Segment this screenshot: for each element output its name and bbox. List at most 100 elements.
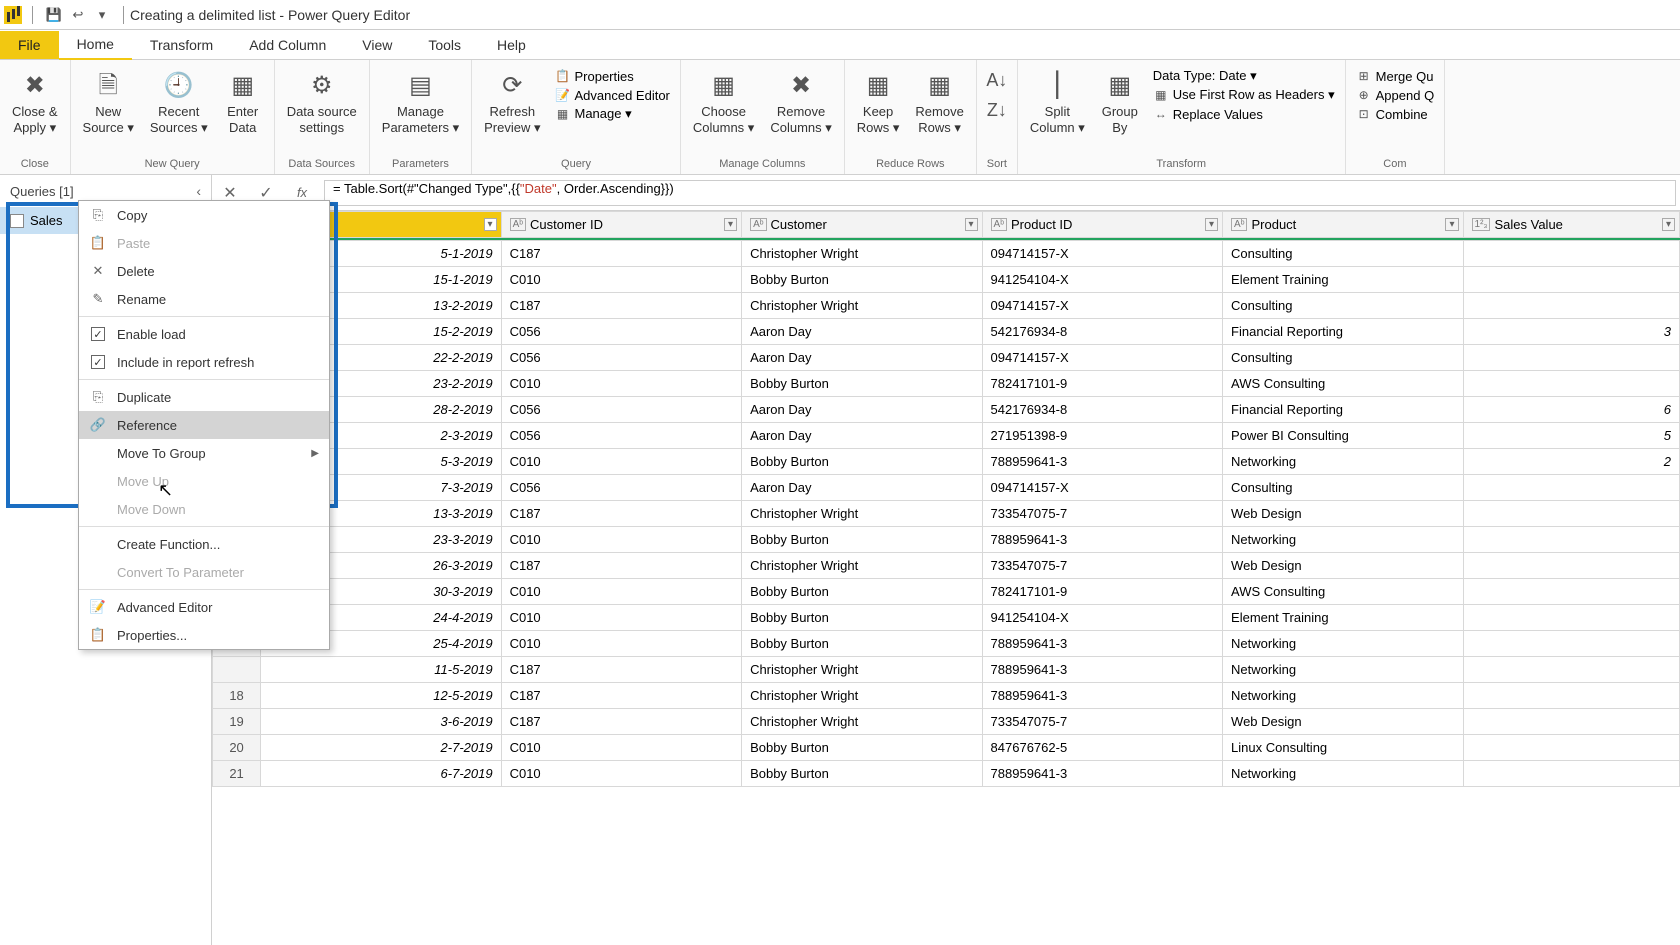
cell-customer[interactable]: Christopher Wright: [742, 241, 982, 267]
menu-transform[interactable]: Transform: [132, 31, 231, 59]
keep-rows-button[interactable]: ▦Keep Rows ▾: [851, 66, 906, 139]
col-product[interactable]: AᵇProduct▾: [1223, 212, 1463, 238]
table-row[interactable]: 13-3-2019 C187 Christopher Wright 733547…: [213, 501, 1680, 527]
cell-customer-id[interactable]: C056: [501, 345, 741, 371]
refresh-preview-button[interactable]: ⟳Refresh Preview ▾: [478, 66, 546, 139]
cell-sales-value[interactable]: [1463, 579, 1679, 605]
filter-dropdown-icon[interactable]: ▾: [965, 218, 978, 231]
cell-sales-value[interactable]: [1463, 735, 1679, 761]
cell-product[interactable]: Web Design: [1223, 553, 1463, 579]
row-number[interactable]: [213, 657, 261, 683]
ctx-duplicate[interactable]: ⎘Duplicate: [79, 383, 329, 411]
merge-queries-button[interactable]: ⊞Merge Qu: [1356, 68, 1435, 84]
ctx-enable-load[interactable]: ✓Enable load: [79, 320, 329, 348]
table-row[interactable]: 15-2-2019 C056 Aaron Day 542176934-8 Fin…: [213, 319, 1680, 345]
menu-help[interactable]: Help: [479, 31, 544, 59]
ctx-copy[interactable]: ⎘Copy: [79, 201, 329, 229]
sort-asc-button[interactable]: A↓: [983, 66, 1011, 94]
col-customer[interactable]: AᵇCustomer▾: [742, 212, 982, 238]
split-column-button[interactable]: ⎮Split Column ▾: [1024, 66, 1091, 139]
cell-customer[interactable]: Christopher Wright: [742, 293, 982, 319]
cell-customer-id[interactable]: C187: [501, 709, 741, 735]
table-row[interactable]: 21 6-7-2019 C010 Bobby Burton 788959641-…: [213, 761, 1680, 787]
table-row[interactable]: 5-3-2019 C010 Bobby Burton 788959641-3 N…: [213, 449, 1680, 475]
cell-product[interactable]: Networking: [1223, 449, 1463, 475]
cell-sales-value[interactable]: [1463, 293, 1679, 319]
cell-product[interactable]: Networking: [1223, 683, 1463, 709]
cell-product[interactable]: Web Design: [1223, 501, 1463, 527]
cell-customer[interactable]: Bobby Burton: [742, 267, 982, 293]
cell-sales-value[interactable]: [1463, 683, 1679, 709]
cell-sales-value[interactable]: 5: [1463, 423, 1679, 449]
col-customer-id[interactable]: AᵇCustomer ID▾: [501, 212, 741, 238]
collapse-pane-icon[interactable]: ‹: [196, 183, 201, 199]
cell-sales-value[interactable]: [1463, 631, 1679, 657]
cell-sales-value[interactable]: 3: [1463, 319, 1679, 345]
cell-product-id[interactable]: 094714157-X: [982, 345, 1222, 371]
cell-customer-id[interactable]: C187: [501, 501, 741, 527]
filter-dropdown-icon[interactable]: ▾: [1662, 218, 1675, 231]
cell-customer-id[interactable]: C187: [501, 241, 741, 267]
close-apply-button[interactable]: ✖Close & Apply ▾: [6, 66, 64, 139]
manage-button[interactable]: ▦Manage ▾: [554, 106, 669, 122]
cell-customer-id[interactable]: C056: [501, 319, 741, 345]
cell-customer[interactable]: Bobby Burton: [742, 631, 982, 657]
cell-product-id[interactable]: 271951398-9: [982, 423, 1222, 449]
cell-customer-id[interactable]: C056: [501, 397, 741, 423]
cell-customer[interactable]: Bobby Burton: [742, 735, 982, 761]
cell-product[interactable]: Consulting: [1223, 475, 1463, 501]
cell-customer-id[interactable]: C010: [501, 449, 741, 475]
cell-product-id[interactable]: 941254104-X: [982, 605, 1222, 631]
advanced-editor-button[interactable]: 📝Advanced Editor: [554, 87, 669, 103]
replace-values-button[interactable]: ↔Replace Values: [1153, 106, 1335, 122]
ctx-include-refresh[interactable]: ✓Include in report refresh: [79, 348, 329, 376]
col-product-id[interactable]: AᵇProduct ID▾: [982, 212, 1222, 238]
cell-date[interactable]: 11-5-2019: [261, 657, 501, 683]
table-row[interactable]: 18 12-5-2019 C187 Christopher Wright 788…: [213, 683, 1680, 709]
undo-icon[interactable]: ↩: [69, 6, 87, 24]
choose-columns-button[interactable]: ▦Choose Columns ▾: [687, 66, 760, 139]
cell-customer-id[interactable]: C010: [501, 579, 741, 605]
remove-columns-button[interactable]: ✖Remove Columns ▾: [764, 66, 837, 139]
filter-dropdown-icon[interactable]: ▾: [484, 218, 497, 231]
cell-product-id[interactable]: 733547075-7: [982, 709, 1222, 735]
menu-view[interactable]: View: [344, 31, 410, 59]
cell-date[interactable]: 3-6-2019: [261, 709, 501, 735]
cell-sales-value[interactable]: [1463, 553, 1679, 579]
cell-customer[interactable]: Christopher Wright: [742, 657, 982, 683]
cell-customer[interactable]: Bobby Burton: [742, 449, 982, 475]
cell-product-id[interactable]: 094714157-X: [982, 475, 1222, 501]
cell-sales-value[interactable]: [1463, 605, 1679, 631]
cell-customer-id[interactable]: C010: [501, 761, 741, 787]
cell-customer-id[interactable]: C187: [501, 553, 741, 579]
formula-input[interactable]: = Table.Sort(#"Changed Type",{{"Date", O…: [324, 180, 1676, 206]
filter-dropdown-icon[interactable]: ▾: [1445, 218, 1458, 231]
cell-date[interactable]: 2-7-2019: [261, 735, 501, 761]
new-source-button[interactable]: 🗎New Source ▾: [77, 66, 140, 139]
cell-product[interactable]: Element Training: [1223, 605, 1463, 631]
cell-product[interactable]: Linux Consulting: [1223, 735, 1463, 761]
cell-product-id[interactable]: 733547075-7: [982, 501, 1222, 527]
cell-product[interactable]: Financial Reporting: [1223, 397, 1463, 423]
cell-product-id[interactable]: 788959641-3: [982, 631, 1222, 657]
ctx-advanced-editor[interactable]: 📝Advanced Editor: [79, 593, 329, 621]
ctx-rename[interactable]: ✎Rename: [79, 285, 329, 313]
data-source-settings-button[interactable]: ⚙Data source settings: [281, 66, 363, 139]
cell-product[interactable]: Financial Reporting: [1223, 319, 1463, 345]
cell-customer-id[interactable]: C010: [501, 735, 741, 761]
ctx-properties[interactable]: 📋Properties...: [79, 621, 329, 649]
cell-sales-value[interactable]: [1463, 709, 1679, 735]
qat-dropdown-icon[interactable]: ▾: [93, 6, 111, 24]
menu-add-column[interactable]: Add Column: [231, 31, 344, 59]
cell-product-id[interactable]: 788959641-3: [982, 657, 1222, 683]
cell-product-id[interactable]: 788959641-3: [982, 527, 1222, 553]
cell-sales-value[interactable]: [1463, 761, 1679, 787]
row-number[interactable]: 21: [213, 761, 261, 787]
properties-button[interactable]: 📋Properties: [554, 68, 669, 84]
cell-customer-id[interactable]: C056: [501, 475, 741, 501]
cell-product-id[interactable]: 782417101-9: [982, 371, 1222, 397]
row-number[interactable]: 19: [213, 709, 261, 735]
ctx-delete[interactable]: ✕Delete: [79, 257, 329, 285]
table-row[interactable]: 20 2-7-2019 C010 Bobby Burton 847676762-…: [213, 735, 1680, 761]
cell-product[interactable]: Networking: [1223, 631, 1463, 657]
